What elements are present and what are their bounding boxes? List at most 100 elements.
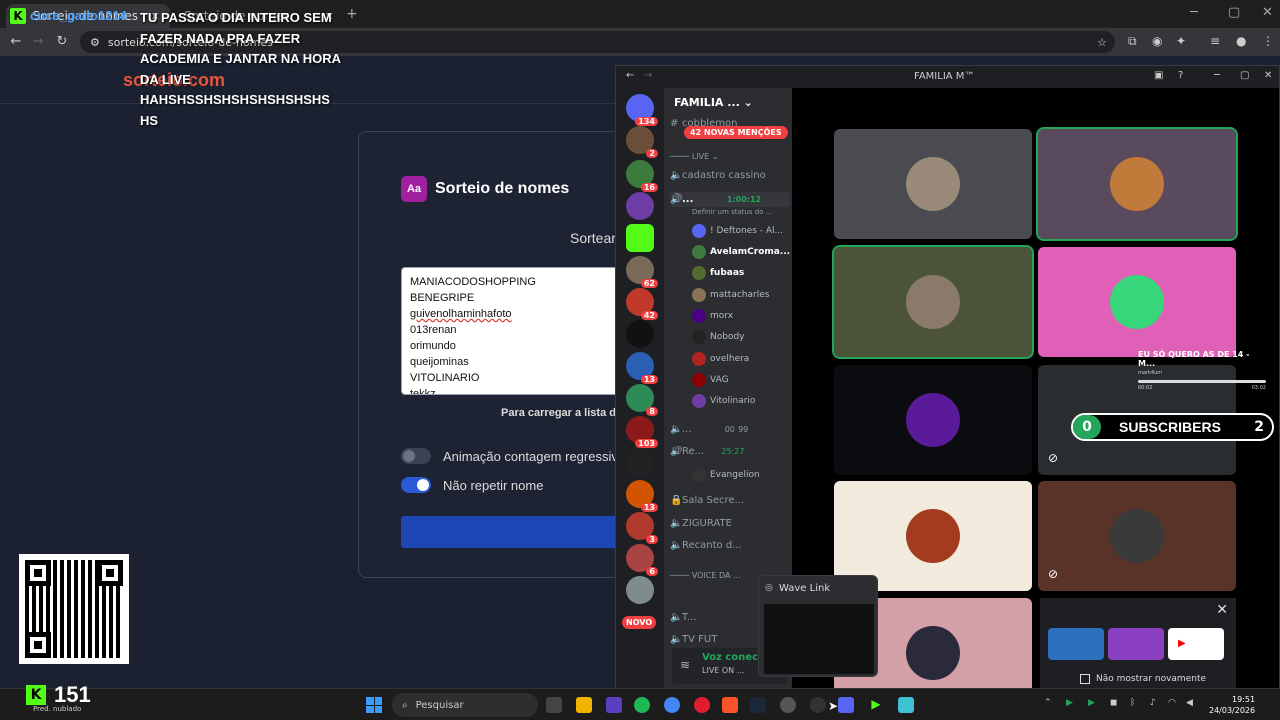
no-repeat-toggle[interactable] bbox=[401, 477, 431, 493]
video-tile[interactable] bbox=[832, 245, 1034, 359]
close-icon[interactable]: ✕ bbox=[1264, 70, 1272, 81]
server-item[interactable]: 13 bbox=[626, 480, 658, 512]
minimize-icon[interactable]: ─ bbox=[1190, 5, 1198, 20]
profile-avatar[interactable]: ● bbox=[1236, 34, 1246, 48]
server-item[interactable]: 3 bbox=[626, 512, 658, 544]
channel-sala-secreta[interactable]: 🔒Sala Secre... bbox=[670, 495, 790, 506]
wifi-icon[interactable]: ◠ bbox=[1168, 698, 1176, 708]
channel-zigurate[interactable]: 🔈ZIGURATE bbox=[670, 518, 790, 529]
tray-overflow-icon[interactable]: ⌃ bbox=[1044, 698, 1052, 708]
wave-link-taskbar-icon[interactable] bbox=[810, 697, 826, 713]
maximize-icon[interactable]: ▢ bbox=[1240, 70, 1249, 81]
chrome-icon[interactable] bbox=[664, 697, 680, 713]
extension-icon[interactable]: ⧉ bbox=[1128, 34, 1137, 49]
channel-live-call[interactable]: 🔊... 1:00:12 bbox=[670, 192, 790, 207]
back-icon[interactable]: ← bbox=[626, 70, 634, 81]
voice-member[interactable]: fubaas bbox=[692, 266, 744, 280]
voice-member[interactable]: ovelhera bbox=[692, 352, 749, 366]
wave-link-preview[interactable]: ◎ Wave Link bbox=[758, 575, 878, 677]
video-tile[interactable] bbox=[834, 365, 1032, 475]
file-explorer-icon[interactable] bbox=[576, 697, 592, 713]
server-item[interactable] bbox=[626, 192, 654, 220]
bookmark-star-icon[interactable]: ☆ bbox=[1097, 36, 1107, 49]
tray-discord-icon[interactable]: ◼ bbox=[1110, 698, 1117, 708]
no-repeat-toggle-row[interactable]: Não repetir nome bbox=[401, 477, 543, 493]
server-name[interactable]: FAMILIA ... ⌄ bbox=[674, 96, 753, 109]
taskbar-search[interactable]: ⌕ Pesquisar bbox=[392, 693, 538, 717]
back-icon[interactable]: ← bbox=[4, 34, 28, 49]
server-item[interactable] bbox=[626, 320, 654, 348]
close-window-icon[interactable]: ✕ bbox=[1262, 5, 1273, 20]
task-view-icon[interactable] bbox=[546, 697, 562, 713]
bluetooth-icon[interactable]: ᛒ bbox=[1130, 698, 1135, 708]
voice-member[interactable]: Nobody bbox=[692, 330, 745, 344]
inbox-icon[interactable]: ▣ bbox=[1154, 70, 1163, 81]
channel-recanto[interactable]: 🔈Recanto d... bbox=[670, 540, 790, 551]
video-tile[interactable]: ⊘ bbox=[1038, 481, 1236, 591]
names-textarea[interactable]: MANIACODOSHOPPING BENEGRIPE guivenolhami… bbox=[401, 267, 641, 395]
voice-member[interactable]: Vitolinario bbox=[692, 394, 755, 408]
forward-icon[interactable]: → bbox=[26, 34, 50, 49]
server-item[interactable] bbox=[626, 576, 654, 604]
promo-card-blackjack[interactable] bbox=[1048, 628, 1104, 660]
microphone-icon[interactable]: ♪ bbox=[1150, 698, 1156, 708]
server-item[interactable]: 6 bbox=[626, 544, 658, 576]
video-tile[interactable] bbox=[1036, 127, 1238, 241]
brave-icon[interactable] bbox=[722, 697, 738, 713]
notepad-icon[interactable] bbox=[898, 697, 914, 713]
server-item[interactable]: 2 bbox=[626, 126, 658, 158]
site-info-icon[interactable]: ⚙ bbox=[90, 36, 100, 49]
voice-member[interactable]: morx bbox=[692, 309, 733, 323]
tray-play-icon[interactable]: ▶ bbox=[1066, 698, 1073, 708]
tab-search-icon[interactable]: ≡ bbox=[1210, 34, 1220, 48]
app-grid-icon[interactable] bbox=[606, 697, 622, 713]
discord-icon[interactable] bbox=[838, 697, 854, 713]
server-item[interactable]: 8 bbox=[626, 384, 658, 416]
animation-toggle[interactable] bbox=[401, 448, 431, 464]
voice-member[interactable]: Evangelion bbox=[692, 468, 760, 482]
dont-show-again[interactable]: Não mostrar novamente bbox=[1080, 674, 1206, 684]
video-tile[interactable] bbox=[1038, 247, 1236, 357]
help-icon[interactable]: ? bbox=[1178, 70, 1183, 81]
server-item[interactable] bbox=[626, 448, 654, 476]
play-icon[interactable]: ▶ bbox=[868, 697, 884, 713]
server-item[interactable]: 103 bbox=[626, 416, 658, 448]
server-item[interactable]: 42 bbox=[626, 288, 658, 320]
volume-icon[interactable]: ◀ bbox=[1186, 698, 1193, 708]
channel-re[interactable]: 🔊Re... 25:27 bbox=[670, 446, 790, 457]
channel-cadastro[interactable]: 🔈cadastro cassino bbox=[670, 170, 790, 181]
start-button[interactable] bbox=[366, 697, 382, 713]
voice-member[interactable]: VAG bbox=[692, 373, 729, 387]
opera-icon[interactable] bbox=[694, 697, 710, 713]
category-live[interactable]: ──── LIVE ⌄ bbox=[670, 152, 790, 161]
promo-card-game[interactable] bbox=[1108, 628, 1164, 660]
steam-icon[interactable] bbox=[750, 697, 766, 713]
new-badge[interactable]: NOVO bbox=[622, 616, 657, 629]
tray-app-icon[interactable]: ▶ bbox=[1088, 698, 1095, 708]
taskbar-clock[interactable]: 19:51 24/03/2026 bbox=[1209, 694, 1255, 716]
incognito-icon[interactable]: ◉ bbox=[1152, 34, 1162, 48]
dont-show-checkbox[interactable] bbox=[1080, 674, 1090, 684]
server-item[interactable]: 16 bbox=[626, 160, 658, 192]
reload-icon[interactable]: ↻ bbox=[50, 34, 74, 49]
draw-button[interactable]: S bbox=[401, 516, 641, 548]
forward-icon[interactable]: → bbox=[644, 70, 652, 81]
server-kick[interactable] bbox=[626, 224, 654, 252]
obs-icon[interactable] bbox=[780, 697, 796, 713]
menu-dots-icon[interactable]: ⋮ bbox=[1262, 34, 1274, 48]
channel-muted[interactable]: 🔈... 00 99 bbox=[670, 424, 790, 435]
promo-card-youtube[interactable]: ▶ bbox=[1168, 628, 1224, 660]
voice-member[interactable]: AvelamCroma... bbox=[692, 245, 790, 259]
video-tile[interactable] bbox=[834, 129, 1032, 239]
animation-toggle-row[interactable]: Animação contagem regressiv bbox=[401, 448, 618, 464]
load-list-hint[interactable]: Para carregar a lista d bbox=[501, 407, 616, 419]
maximize-icon[interactable]: ▢ bbox=[1228, 5, 1240, 20]
server-item[interactable]: 62 bbox=[626, 256, 658, 288]
voice-member[interactable]: mattacharles bbox=[692, 288, 769, 302]
minimize-icon[interactable]: ─ bbox=[1214, 70, 1220, 81]
server-home[interactable]: 134 bbox=[626, 94, 658, 126]
close-icon[interactable]: ✕ bbox=[1216, 602, 1228, 618]
mentions-badge[interactable]: 42 NOVAS MENÇÕES bbox=[684, 126, 788, 139]
status-hint[interactable]: Definir um status do ... bbox=[692, 208, 792, 216]
spotify-icon[interactable] bbox=[634, 697, 650, 713]
